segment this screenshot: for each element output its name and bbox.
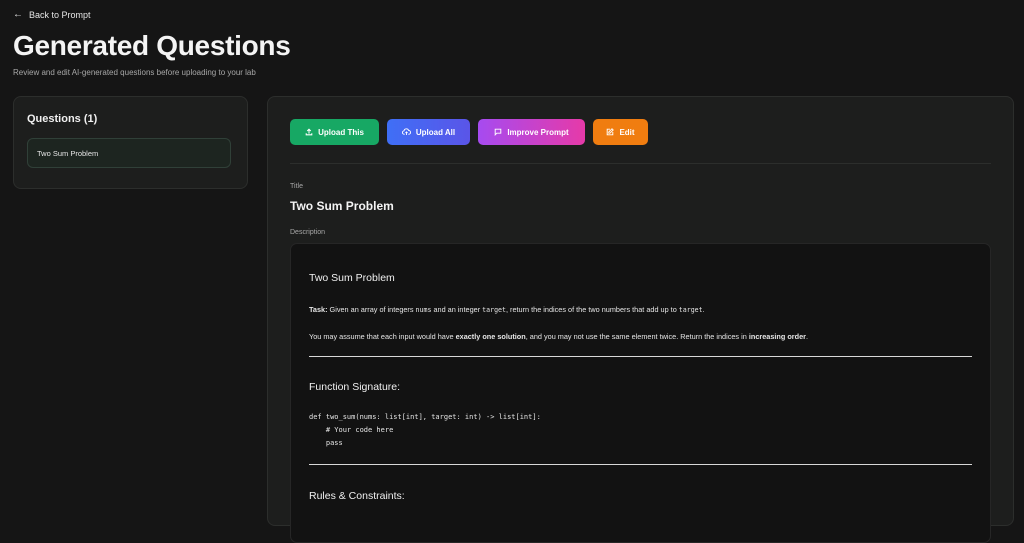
rules-heading: Rules & Constraints: bbox=[309, 490, 405, 502]
task-paragraph: Task: Given an array of integers nums an… bbox=[309, 305, 972, 314]
title-label: Title bbox=[290, 183, 303, 190]
upload-all-label: Upload All bbox=[415, 127, 456, 137]
question-title: Two Sum Problem bbox=[290, 199, 394, 213]
message-square-icon bbox=[495, 128, 502, 136]
assume-text-3: . bbox=[806, 332, 809, 341]
cloud-upload-icon bbox=[401, 128, 411, 135]
upload-all-button[interactable]: Upload All bbox=[387, 119, 470, 145]
code-line: # Your code here bbox=[309, 426, 394, 434]
edit-label: Edit bbox=[619, 127, 635, 137]
task-label: Task: bbox=[309, 305, 328, 314]
question-item-label: Two Sum Problem bbox=[37, 148, 99, 158]
assume-bold-1: exactly one solution bbox=[455, 332, 526, 341]
assume-text-2: , and you may not use the same element t… bbox=[525, 332, 749, 341]
improve-prompt-label: Improve Prompt bbox=[507, 127, 569, 137]
upload-icon bbox=[305, 128, 313, 136]
upload-this-button[interactable]: Upload This bbox=[290, 119, 379, 145]
task-text-4: . bbox=[702, 305, 705, 314]
task-text-2: and an integer bbox=[431, 305, 483, 314]
question-item-two-sum[interactable]: Two Sum Problem bbox=[27, 138, 231, 168]
code-line: def two_sum(nums: list[int], target: int… bbox=[309, 413, 541, 421]
signature-heading: Function Signature: bbox=[309, 381, 401, 393]
edit-icon bbox=[607, 128, 615, 136]
code-line: pass bbox=[309, 439, 343, 447]
questions-heading: Questions (1) bbox=[27, 113, 98, 125]
back-label: Back to Prompt bbox=[29, 10, 91, 20]
task-code-3: target bbox=[678, 306, 703, 314]
task-code-1: nums bbox=[415, 306, 432, 314]
assume-bold-2: increasing order bbox=[748, 332, 807, 341]
arrow-left-icon: ← bbox=[13, 9, 23, 20]
section-rule bbox=[309, 356, 972, 357]
assumption-paragraph: You may assume that each input would hav… bbox=[309, 332, 972, 341]
improve-prompt-button[interactable]: Improve Prompt bbox=[478, 119, 585, 145]
question-detail-panel: Upload This Upload All Improve Prompt Ed… bbox=[267, 96, 1014, 543]
description-heading: Two Sum Problem bbox=[309, 272, 395, 284]
toolbar-divider bbox=[290, 163, 991, 164]
assume-text-1: You may assume that each input would hav… bbox=[309, 332, 456, 341]
function-signature-code: def two_sum(nums: list[int], target: int… bbox=[309, 411, 541, 450]
action-toolbar: Upload This Upload All Improve Prompt Ed… bbox=[290, 119, 648, 145]
task-text-3: , return the indices of the two numbers … bbox=[505, 305, 679, 314]
back-to-prompt-link[interactable]: ← Back to Prompt bbox=[13, 9, 91, 21]
section-rule bbox=[309, 464, 972, 465]
edit-button[interactable]: Edit bbox=[593, 119, 648, 145]
questions-sidebar: Questions (1) Two Sum Problem bbox=[13, 96, 248, 189]
task-text-1: Given an array of integers bbox=[327, 305, 416, 314]
page-title: Generated Questions bbox=[13, 30, 291, 61]
page-subtitle: Review and edit AI-generated questions b… bbox=[13, 68, 256, 77]
description-content: Two Sum Problem Task: Given an array of … bbox=[290, 243, 991, 543]
description-label: Description bbox=[290, 229, 326, 236]
upload-this-label: Upload This bbox=[318, 127, 364, 137]
task-code-2: target bbox=[482, 306, 506, 314]
